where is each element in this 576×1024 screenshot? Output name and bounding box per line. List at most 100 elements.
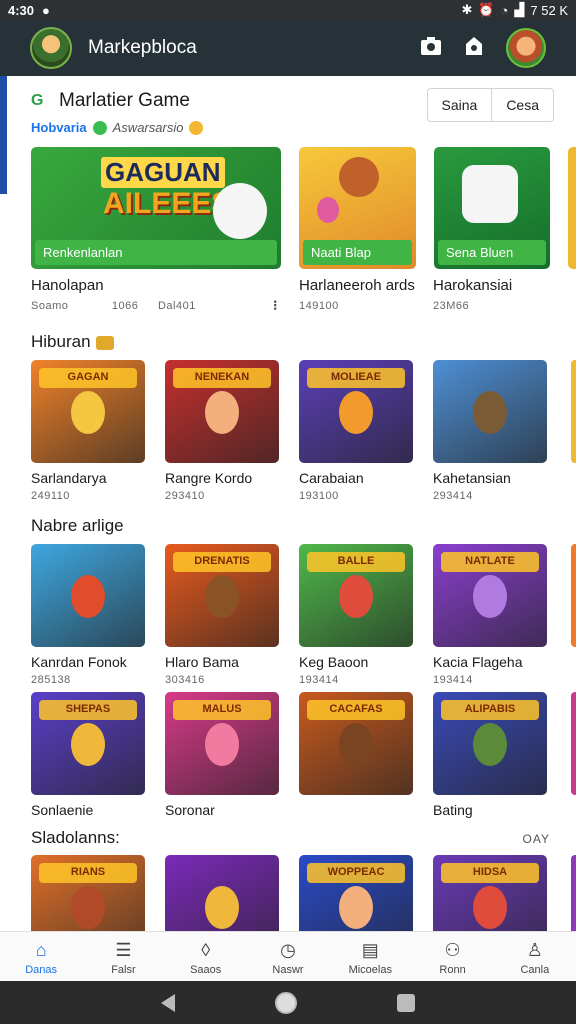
game-icon: G <box>31 92 44 109</box>
game-tile[interactable]: RIANS <box>31 855 145 931</box>
card-label: Sena Bluen <box>438 240 546 265</box>
game-thumbnail: BALLE <box>299 544 413 647</box>
character-art <box>70 722 106 767</box>
character-art <box>317 197 339 223</box>
saina-button[interactable]: Saina <box>426 88 493 122</box>
featured-card[interactable]: Sena Bluen <box>434 147 550 269</box>
game-thumbnail: SHEPAS <box>31 692 145 795</box>
game-row: RIANS WOPPEAC HIDSA <box>31 855 547 931</box>
list-icon: ☰ <box>115 939 132 960</box>
user-avatar[interactable] <box>506 28 546 68</box>
game-meta: 303416 <box>165 674 205 686</box>
featured-card[interactable]: Naati Blap <box>299 147 416 269</box>
game-tile[interactable]: WOPPEAC <box>299 855 413 931</box>
featured-header: G Marlatier Game Hobvaria Aswarsarsio Sa… <box>29 88 554 135</box>
section-title-text: Nabre arlige <box>31 516 124 535</box>
nav-label: Canla <box>520 964 550 976</box>
game-tile[interactable]: DRENATIS Hlaro Bama 303416 <box>165 544 279 686</box>
game-thumbnail <box>31 544 145 647</box>
character-art <box>70 885 106 930</box>
game-tile[interactable]: NATLATE Kacia Flageha 193414 <box>433 544 547 686</box>
home-button-icon[interactable] <box>275 991 297 1014</box>
nav-item-canla[interactable]: ♙ Canla <box>494 932 576 981</box>
thumbnail-badge: WOPPEAC <box>307 863 405 883</box>
game-tile[interactable]: GAGAN Sarlandarya 249110 <box>31 360 145 502</box>
thumbnail-badge: GAGAN <box>39 368 137 388</box>
nav-item-falsr[interactable]: ☰ Falsr <box>82 932 164 981</box>
thumbnail-badge: DRENATIS <box>173 552 271 572</box>
character-art <box>472 885 508 930</box>
nav-label: Falsr <box>111 964 136 976</box>
nav-item-saaos[interactable]: ◊ Saaos <box>165 932 247 981</box>
game-name: Sarlandarya <box>31 470 107 486</box>
game-tile[interactable]: Kahetansian 293414 <box>433 360 547 502</box>
featured-subline: Hobvaria Aswarsarsio <box>31 120 204 135</box>
game-tile[interactable]: MOLIEAE Carabaian 193100 <box>299 360 413 502</box>
more-options-icon[interactable]: ⁝ <box>273 297 277 314</box>
game-thumbnail: NATLATE <box>433 544 547 647</box>
game-tile[interactable]: HIDSA <box>433 855 547 931</box>
featured-cards: GAGUAN AILEEES Renkenlanlan Naati Blap S… <box>31 147 576 272</box>
thumbnail-badge: BALLE <box>307 552 405 572</box>
game-tile[interactable]: Kanrdan Fonok 285138 <box>31 544 145 686</box>
game-thumbnail: NENEKAN <box>165 360 279 463</box>
game-thumbnail: WOPPEAC <box>299 855 413 931</box>
people-icon: ⚇ <box>444 939 461 960</box>
game-meta: 193100 <box>299 490 339 502</box>
game-tile[interactable]: BALLE Keg Baoon 193414 <box>299 544 413 686</box>
game-thumbnail: RIANS <box>31 855 145 931</box>
featured-item[interactable]: Harokansiai 23M66 <box>433 277 512 312</box>
featured-item[interactable]: Harlaneeroh ards 149100 <box>299 277 415 312</box>
nav-item-ronn[interactable]: ⚇ Ronn <box>411 932 493 981</box>
coin-icon <box>189 120 204 135</box>
character-art <box>339 157 379 197</box>
app-bar: Markepbloca <box>0 20 576 76</box>
featured-link[interactable]: Hobvaria <box>31 120 87 135</box>
game-tile[interactable]: NENEKAN Rangre Kordo 293410 <box>165 360 279 502</box>
section-more-link[interactable]: OAY <box>523 832 550 846</box>
clock-icon: ◷ <box>280 939 296 960</box>
app-logo-art <box>462 165 518 223</box>
camera-icon[interactable] <box>420 36 442 61</box>
drop-icon: ◊ <box>201 939 211 960</box>
thumbnail-badge: CACAFAS <box>307 700 405 720</box>
game-tile[interactable]: CACAFAS <box>299 692 413 818</box>
status-right-text: 7 52 K <box>530 2 568 18</box>
shop-icon[interactable] <box>464 36 484 61</box>
nav-item-naswr[interactable]: ◷ Naswr <box>247 932 329 981</box>
game-name: Keg Baoon <box>299 654 369 670</box>
game-name: Carabaian <box>299 470 364 486</box>
game-row: GAGAN Sarlandarya 249110 NENEKAN Rangre Kord… <box>31 360 547 502</box>
nav-item-danas[interactable]: ⌂ Danas <box>0 932 82 981</box>
game-tile[interactable] <box>165 855 279 931</box>
back-icon[interactable] <box>161 993 175 1012</box>
thumbnail-badge: RIANS <box>39 863 137 883</box>
cesa-button[interactable]: Cesa <box>492 88 554 122</box>
main-content[interactable]: G Marlatier Game Hobvaria Aswarsarsio Sa… <box>7 76 576 931</box>
card-label: Renkenlanlan <box>35 240 277 265</box>
game-tile[interactable]: MALUS Soronar <box>165 692 279 818</box>
game-meta: 293410 <box>165 490 205 502</box>
game-name: Sonlaenie <box>31 802 94 818</box>
featured-card-peek[interactable] <box>568 147 576 269</box>
meta-3: Dal401 <box>157 300 196 312</box>
featured-item-name: Harlaneeroh ards <box>299 277 415 294</box>
game-tile[interactable]: ALIPABIS Bating <box>433 692 547 818</box>
game-thumbnail <box>433 360 547 463</box>
featured-card[interactable]: GAGUAN AILEEES Renkenlanlan <box>31 147 281 269</box>
character-art <box>70 390 106 435</box>
leaf-icon <box>92 120 107 135</box>
thumbnail-badge: HIDSA <box>441 863 539 883</box>
game-thumbnail <box>165 855 279 931</box>
recents-icon[interactable] <box>397 993 415 1012</box>
game-meta: 193414 <box>433 674 473 686</box>
person-icon: ♙ <box>526 939 543 960</box>
featured-item-meta: 149100 <box>299 300 339 312</box>
bluetooth-icon: ✱ <box>461 2 473 17</box>
game-meta: 293414 <box>433 490 473 502</box>
featured-item-meta: Soamo 1066 Dal401 <box>31 300 196 312</box>
game-tile[interactable]: SHEPAS Sonlaenie <box>31 692 145 818</box>
nav-item-micoelas[interactable]: ▤ Micoelas <box>329 932 411 981</box>
character-art <box>70 574 106 619</box>
featured-item[interactable]: Hanolapan Soamo 1066 Dal401 <box>31 277 196 312</box>
